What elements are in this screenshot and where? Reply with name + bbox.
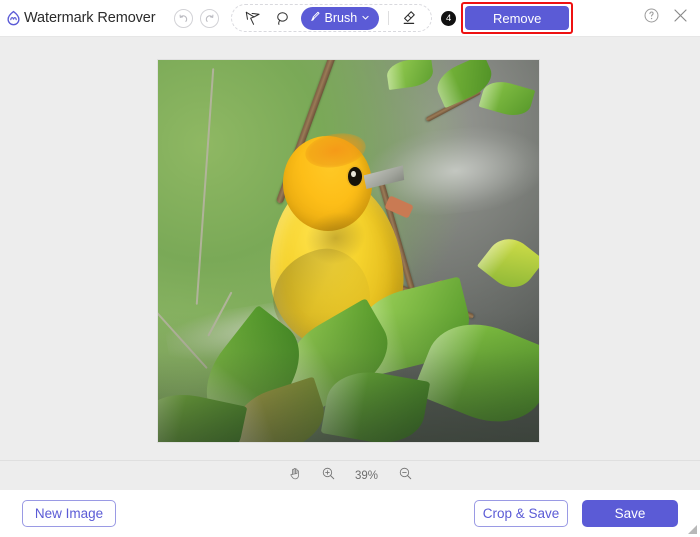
bird-foot-upper [384,195,415,220]
eraser-tool-button[interactable] [395,6,425,30]
bird-photo [158,60,539,442]
footer-actions: Crop & Save Save [474,500,678,527]
zoom-out-button[interactable] [398,466,413,486]
help-circle-icon [643,7,660,29]
app-footer: New Image Crop & Save Save [0,490,700,537]
editor-canvas[interactable] [0,36,700,460]
zoom-toolbar: 39% [0,460,700,490]
polygonal-lasso-tool[interactable] [238,6,268,30]
redo-icon [204,13,215,24]
zoom-level-label: 39% [354,469,379,482]
history-controls [173,8,219,28]
toolbar-divider [388,11,390,25]
new-image-button[interactable]: New Image [22,500,116,527]
eraser-icon [401,9,419,27]
redo-button[interactable] [199,8,219,28]
brush-tool-label: Brush [324,10,358,25]
undo-button[interactable] [173,8,193,28]
app-header: Watermark Remover Brush 4 Remove [0,0,700,36]
image-preview[interactable] [158,60,539,442]
chevron-down-icon [361,11,370,25]
remove-button-highlight: Remove [461,2,574,34]
step-badge: 4 [441,10,457,26]
resize-grip[interactable] [688,525,697,534]
pan-tool-button[interactable] [288,466,303,486]
close-button[interactable] [671,6,690,30]
app-title: Watermark Remover [24,10,156,26]
zoom-in-button[interactable] [321,466,336,486]
zoom-out-icon [398,466,413,486]
brand: Watermark Remover [5,10,156,27]
undo-icon [178,13,189,24]
remove-button[interactable]: Remove [465,6,570,30]
brush-icon [308,10,321,26]
brush-tool-button[interactable]: Brush [300,6,380,30]
watermark-remover-logo-icon [5,10,22,27]
zoom-in-icon [321,466,336,486]
hand-pan-icon [288,466,303,486]
tool-group: Brush [230,4,433,32]
watermark-remover-window: Watermark Remover Brush 4 Remove 39% New… [0,0,700,537]
save-button[interactable]: Save [582,500,678,527]
help-button[interactable] [643,7,660,29]
lasso-freehand-icon [274,10,291,27]
photo-bottom-shade [158,312,539,442]
bird-eye [347,167,362,187]
freehand-lasso-tool[interactable] [268,6,298,30]
crop-and-save-button[interactable]: Crop & Save [474,500,568,527]
close-icon [671,6,690,30]
lasso-polygon-icon [244,10,261,27]
header-right-controls [643,6,690,30]
